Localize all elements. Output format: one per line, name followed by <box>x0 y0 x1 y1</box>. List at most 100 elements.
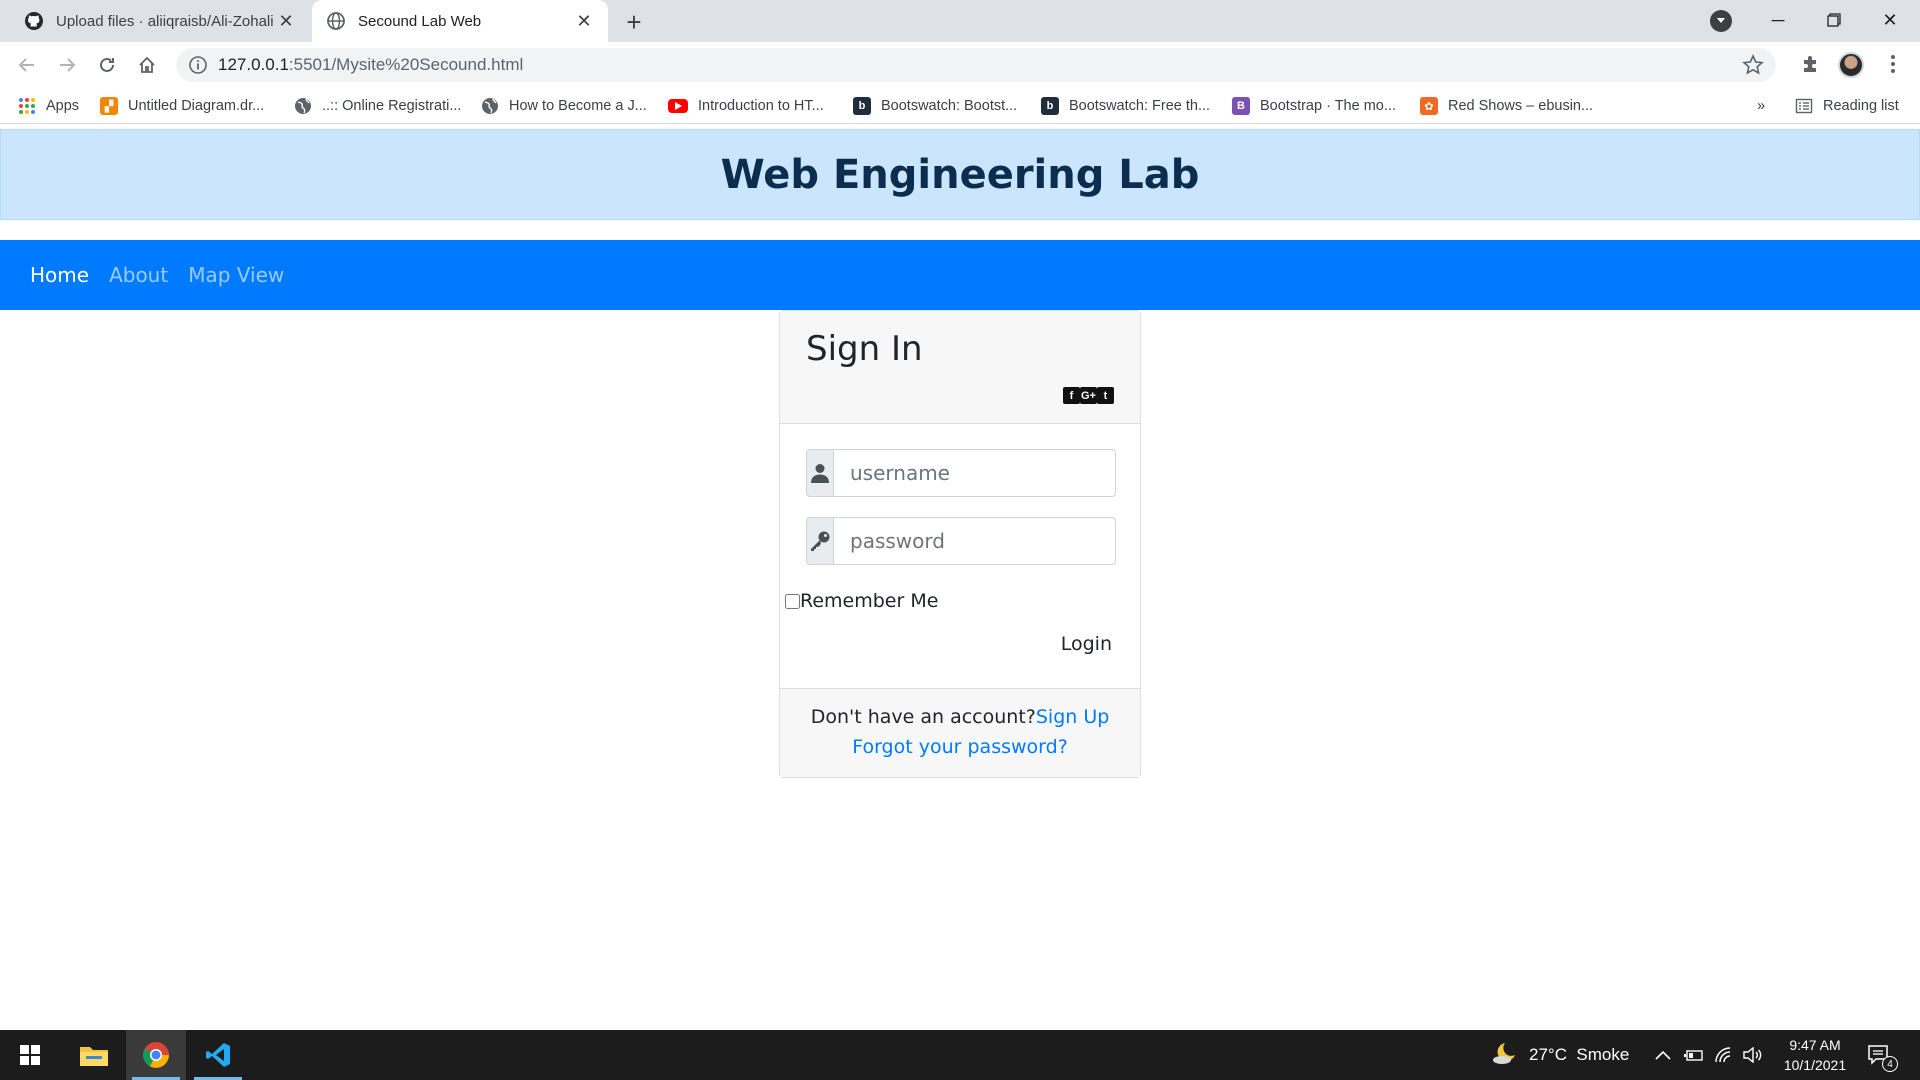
no-account-text: Don't have an account? <box>810 706 1036 728</box>
tray-chevron-up-icon[interactable] <box>1655 1030 1671 1080</box>
new-tab-plus-icon[interactable]: + <box>620 7 648 37</box>
bookmark-label: Red Shows – ebusin... <box>1448 98 1594 114</box>
bookmarks-bar: Apps ▞ Untitled Diagram.dr... ..:: Onlin… <box>0 88 1920 124</box>
notification-center-icon[interactable]: 4 <box>1868 1030 1898 1080</box>
nav-map-view[interactable]: Map View <box>188 263 284 287</box>
windows-start-icon[interactable] <box>0 1030 60 1080</box>
globe-icon <box>481 97 499 115</box>
bookmark-bootstrap[interactable]: B Bootstrap · The mo... <box>1232 96 1396 116</box>
remember-me-checkbox[interactable] <box>785 593 800 609</box>
bookmark-label: ..:: Online Registrati... <box>322 98 462 114</box>
forgot-row: Forgot your password? <box>780 736 1140 758</box>
profile-avatar[interactable] <box>1838 52 1864 78</box>
wifi-icon[interactable] <box>1714 1030 1732 1080</box>
password-input[interactable] <box>834 517 1116 565</box>
tab-title: Secound Lab Web <box>358 12 482 30</box>
tab-title: Upload files · aliiqraisb/Ali-Zohali <box>56 12 274 30</box>
tab-strip: Upload files · aliiqraisb/Ali-Zohali ✕ S… <box>0 0 1920 42</box>
back-arrow-icon[interactable] <box>12 50 42 80</box>
bookmark-label: Untitled Diagram.dr... <box>128 98 265 114</box>
moon-cloud-icon <box>1493 1041 1519 1070</box>
username-group <box>806 449 1116 497</box>
bookmarks-overflow-button[interactable]: » <box>1757 96 1765 116</box>
chrome-menu-icon[interactable] <box>1879 50 1907 78</box>
bookmark-apps[interactable]: Apps <box>18 96 79 116</box>
redshows-icon: ✿ <box>1420 97 1438 115</box>
tab-secound-lab-web[interactable]: Secound Lab Web ✕ <box>312 0 608 42</box>
bookmark-label: How to Become a J... <box>509 98 647 114</box>
site-info-icon[interactable] <box>188 55 208 75</box>
forgot-password-link[interactable]: Forgot your password? <box>852 736 1068 758</box>
close-icon[interactable]: ✕ <box>276 11 296 31</box>
bookmark-label: Bootstrap · The mo... <box>1260 98 1396 114</box>
username-input[interactable] <box>834 449 1116 497</box>
bookmark-label: Bootswatch: Bootst... <box>881 98 1018 114</box>
globe-icon <box>294 97 312 115</box>
web-page: Web Engineering Lab Home About Map View … <box>0 125 1920 1030</box>
apps-grid-icon <box>18 97 36 115</box>
bookmark-introduction-to-html[interactable]: Introduction to HT... <box>668 96 824 116</box>
google-plus-icon[interactable]: G+ <box>1080 387 1097 404</box>
url-path: :5501/Mysite%20Secound.html <box>288 55 524 74</box>
windows-taskbar: 27°C Smoke 9:47 AM 10/1/2021 4 <box>0 1030 1920 1080</box>
minimize-icon[interactable]: ─ <box>1750 0 1806 40</box>
bookmark-how-to-become[interactable]: How to Become a J... <box>481 96 647 116</box>
tab-upload-files[interactable]: Upload files · aliiqraisb/Ali-Zohali ✕ <box>10 0 310 42</box>
login-button[interactable]: Login <box>1022 626 1112 662</box>
reading-list-label: Reading list <box>1823 98 1899 114</box>
twitter-icon[interactable]: t <box>1097 387 1114 404</box>
url-host: 127.0.0.1 <box>218 55 289 74</box>
forward-arrow-icon[interactable] <box>52 50 82 80</box>
reload-icon[interactable] <box>92 50 122 80</box>
extensions-puzzle-icon[interactable] <box>1797 50 1825 78</box>
remember-me[interactable]: Remember Me <box>785 590 938 612</box>
social-icons: f G+ t <box>1063 387 1114 404</box>
site-banner: Web Engineering Lab <box>0 129 1920 220</box>
reading-list-button[interactable]: Reading list <box>1795 96 1899 116</box>
user-icon <box>806 449 834 497</box>
clock-time: 9:47 AM <box>1789 1037 1841 1053</box>
reading-list-icon <box>1795 97 1813 115</box>
weather-widget[interactable]: 27°C Smoke <box>1493 1030 1629 1080</box>
window-close-icon[interactable]: ✕ <box>1862 0 1918 40</box>
bootstrap-icon: B <box>1232 97 1250 115</box>
bookmark-online-registration[interactable]: ..:: Online Registrati... <box>294 96 461 116</box>
github-icon <box>24 11 44 31</box>
nav-about[interactable]: About <box>109 263 168 287</box>
bootswatch-icon: b <box>853 97 871 115</box>
bookmark-star-icon[interactable] <box>1742 54 1764 76</box>
youtube-icon <box>668 99 688 113</box>
nav-home[interactable]: Home <box>30 263 89 287</box>
vscode-taskbar-icon[interactable] <box>188 1030 248 1080</box>
volume-icon[interactable] <box>1743 1030 1763 1080</box>
facebook-icon[interactable]: f <box>1063 387 1080 404</box>
home-icon[interactable] <box>132 50 162 80</box>
drawio-icon: ▞ <box>100 97 118 115</box>
clock-date: 10/1/2021 <box>1783 1057 1847 1073</box>
address-bar[interactable]: 127.0.0.1:5501/Mysite%20Secound.html <box>176 48 1776 82</box>
site-navbar: Home About Map View <box>0 240 1920 310</box>
restore-icon[interactable] <box>1806 0 1862 40</box>
bookmark-red-shows[interactable]: ✿ Red Shows – ebusin... <box>1420 96 1593 116</box>
banner-title: Web Engineering Lab <box>720 151 1200 198</box>
notification-count: 4 <box>1882 1056 1898 1072</box>
signin-title: Sign In <box>806 329 923 369</box>
password-group <box>806 517 1116 565</box>
globe-icon <box>326 11 346 31</box>
browser-toolbar: 127.0.0.1:5501/Mysite%20Secound.html <box>0 42 1920 88</box>
chrome-taskbar-icon[interactable] <box>126 1030 186 1080</box>
signin-card: Sign In f G+ t Remember Me Login <box>779 310 1141 778</box>
close-icon[interactable]: ✕ <box>574 11 594 31</box>
file-explorer-icon[interactable] <box>64 1030 124 1080</box>
battery-icon[interactable] <box>1684 1030 1704 1080</box>
bookmark-bootswatch-2[interactable]: b Bootswatch: Free th... <box>1041 96 1210 116</box>
signup-link[interactable]: Sign Up <box>1036 706 1109 728</box>
tab-search-chevron-icon[interactable] <box>1710 10 1732 32</box>
bookmark-label: Introduction to HT... <box>698 98 824 114</box>
bookmark-label: Bootswatch: Free th... <box>1069 98 1211 114</box>
bookmark-bootswatch-1[interactable]: b Bootswatch: Bootst... <box>853 96 1017 116</box>
bookmark-untitled-diagram[interactable]: ▞ Untitled Diagram.dr... <box>100 96 264 116</box>
signin-card-footer: Don't have an account?Sign Up Forgot you… <box>780 688 1140 777</box>
system-clock[interactable]: 9:47 AM 10/1/2021 <box>1770 1035 1860 1075</box>
bookmark-label: Apps <box>46 98 80 114</box>
